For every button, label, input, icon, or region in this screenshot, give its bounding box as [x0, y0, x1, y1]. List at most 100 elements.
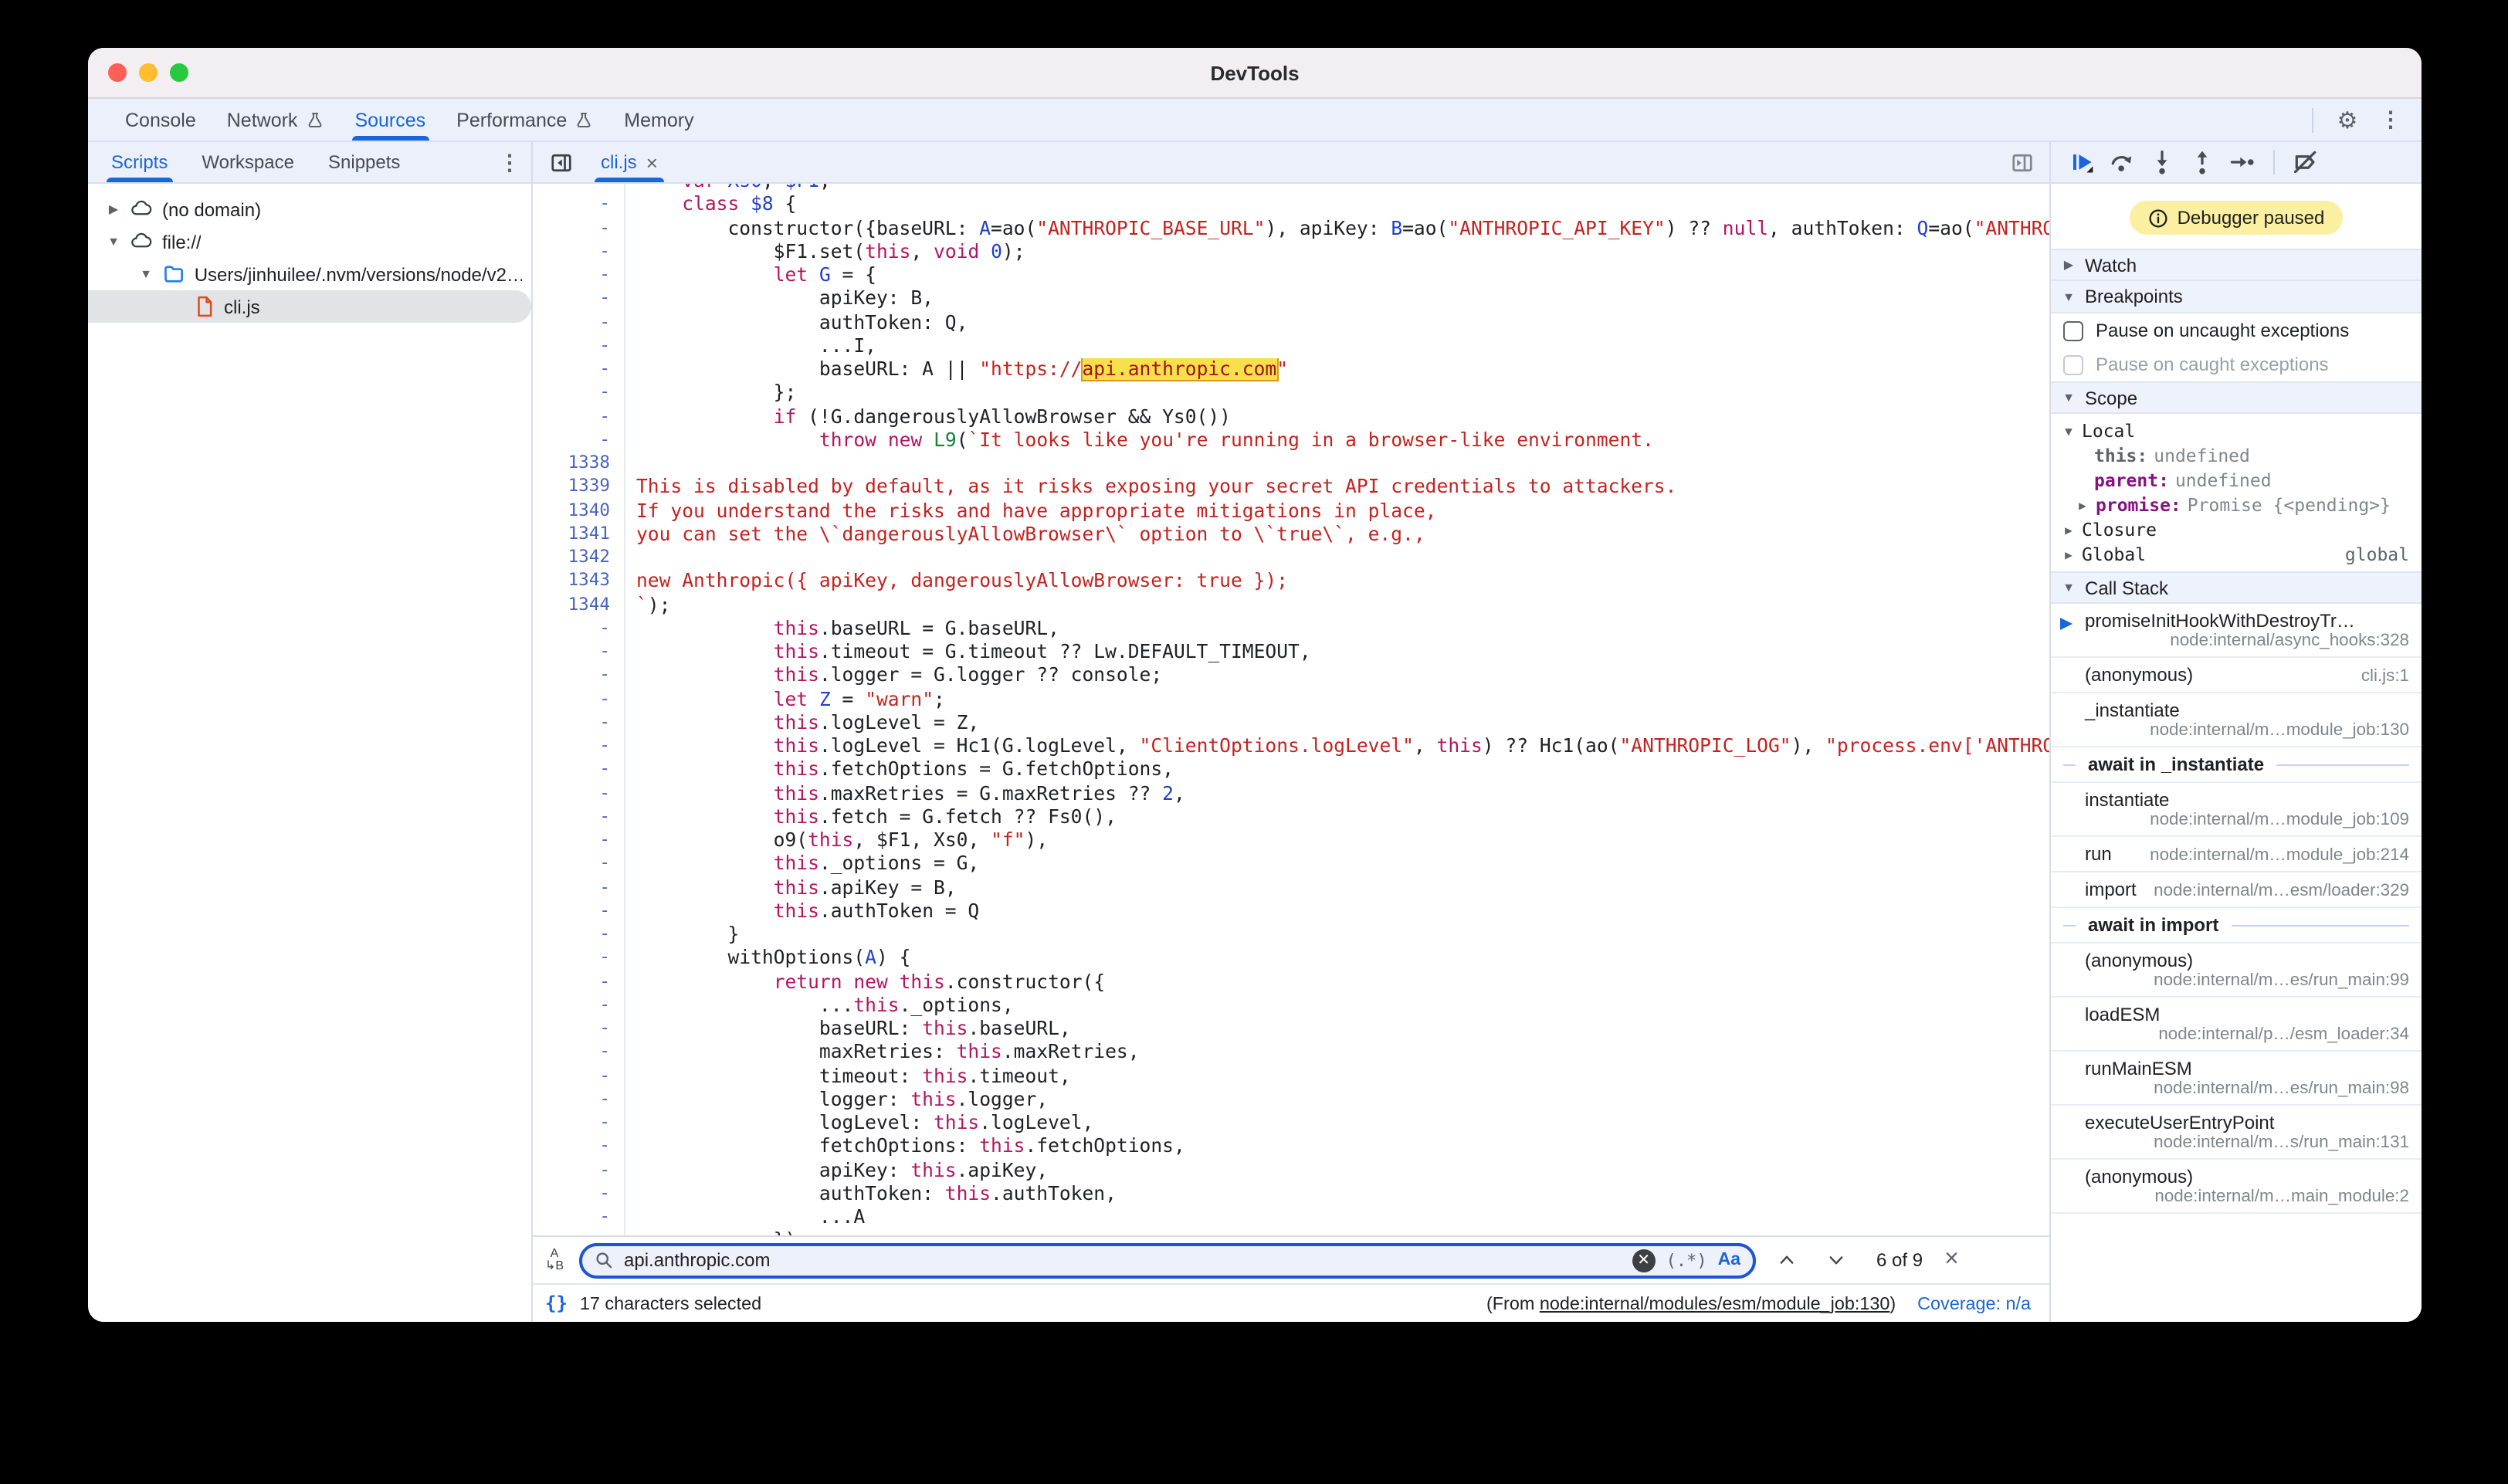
call-stack-frame[interactable]: importnode:internal/m…esm/loader:329: [2051, 872, 2422, 908]
open-panel-right-icon[interactable]: [2003, 144, 2040, 181]
tab-workspace[interactable]: Workspace: [185, 142, 311, 182]
line-number[interactable]: -: [533, 641, 610, 665]
close-window-button[interactable]: [108, 63, 127, 82]
chevron-right-icon[interactable]: ▶: [2062, 547, 2076, 561]
line-number[interactable]: -: [533, 382, 610, 406]
chevron-down-icon[interactable]: ▼: [107, 235, 120, 249]
more-options-icon[interactable]: ⋮: [2372, 101, 2409, 138]
scope-section-header[interactable]: ▼ Scope: [2051, 381, 2422, 414]
call-stack-section-header[interactable]: ▼ Call Stack: [2051, 571, 2422, 604]
line-number[interactable]: -: [533, 712, 610, 736]
from-location-link[interactable]: node:internal/modules/esm/module_job:130: [1540, 1293, 1890, 1313]
line-number[interactable]: -: [533, 241, 610, 265]
line-number[interactable]: -: [533, 1042, 610, 1066]
line-number-gutter[interactable]: ------------1338133913401341134213431344…: [533, 184, 625, 1235]
call-stack-frame[interactable]: instantiatenode:internal/m…module_job:10…: [2051, 783, 2422, 837]
line-number[interactable]: -: [533, 1112, 610, 1136]
line-number[interactable]: -: [533, 1183, 610, 1207]
line-number[interactable]: -: [533, 853, 610, 877]
previous-match-icon[interactable]: [1768, 1242, 1805, 1279]
scope-group-local[interactable]: ▼Local: [2051, 418, 2422, 443]
line-number[interactable]: -: [533, 1206, 610, 1230]
tree-item-users-jinhuilee-nvm-versions-node-v2-[interactable]: ▼Users/jinhuilee/.nvm/versions/node/v2…: [88, 258, 531, 290]
breakpoint-option[interactable]: Pause on uncaught exceptions: [2051, 313, 2422, 347]
chevron-right-icon[interactable]: ▶: [2076, 498, 2089, 512]
line-number[interactable]: -: [533, 782, 610, 806]
call-stack-frame[interactable]: (anonymous)cli.js:1: [2051, 658, 2422, 693]
chevron-down-icon[interactable]: ▼: [139, 267, 153, 281]
breakpoint-option[interactable]: Pause on caught exceptions: [2051, 347, 2422, 381]
step-into-button[interactable]: [2144, 144, 2181, 181]
match-case-toggle-icon[interactable]: Aa: [1718, 1251, 1740, 1269]
tree-item-cli-js[interactable]: cli.js: [88, 290, 531, 323]
line-number[interactable]: -: [533, 264, 610, 288]
call-stack-frame[interactable]: promiseInitHookWithDestroyTr…node:intern…: [2051, 604, 2422, 658]
line-number[interactable]: -: [533, 994, 610, 1018]
step-out-button[interactable]: [2184, 144, 2221, 181]
call-stack-frame[interactable]: runnode:internal/m…module_job:214: [2051, 837, 2422, 872]
collapse-sidebar-icon[interactable]: [542, 144, 579, 181]
regex-toggle-icon[interactable]: (.*): [1666, 1250, 1707, 1270]
line-number[interactable]: -: [533, 735, 610, 759]
line-number[interactable]: -: [533, 665, 610, 689]
watch-section-header[interactable]: ▶ Watch: [2051, 249, 2422, 281]
step-button[interactable]: [2224, 144, 2261, 181]
line-number[interactable]: 1338: [533, 452, 610, 476]
tab-performance[interactable]: Performance: [441, 99, 608, 141]
chevron-right-icon[interactable]: ▶: [2062, 523, 2076, 537]
line-number[interactable]: -: [533, 217, 610, 241]
call-stack-frame[interactable]: loadESMnode:internal/p…/esm_loader:34: [2051, 998, 2422, 1052]
line-number[interactable]: -: [533, 358, 610, 382]
line-number[interactable]: -: [533, 618, 610, 642]
call-stack-frame[interactable]: (anonymous)node:internal/m…main_module:2: [2051, 1160, 2422, 1214]
line-number[interactable]: -: [533, 971, 610, 994]
line-number[interactable]: -: [533, 194, 610, 218]
line-number[interactable]: -: [533, 311, 610, 335]
tab-memory[interactable]: Memory: [608, 99, 709, 141]
tree-item--no-domain-[interactable]: ▶(no domain): [88, 193, 531, 225]
call-stack-frame[interactable]: runMainESMnode:internal/m…es/run_main:98: [2051, 1052, 2422, 1106]
line-number[interactable]: 1341: [533, 523, 610, 547]
minimize-window-button[interactable]: [139, 63, 158, 82]
line-number[interactable]: -: [533, 806, 610, 830]
line-number[interactable]: -: [533, 429, 610, 453]
tab-console[interactable]: Console: [110, 99, 212, 141]
replace-toggle-icon[interactable]: A↳B: [542, 1248, 567, 1272]
line-number[interactable]: -: [533, 184, 610, 194]
line-number[interactable]: -: [533, 759, 610, 783]
scope-group-global[interactable]: ▶Globalglobal: [2051, 542, 2422, 567]
search-input[interactable]: api.anthropic.com ✕ (.*) Aa: [579, 1242, 1756, 1278]
line-number[interactable]: -: [533, 688, 610, 712]
scope-property-this[interactable]: this: undefined: [2051, 443, 2422, 468]
close-tab-icon[interactable]: ×: [646, 151, 658, 174]
line-number[interactable]: 1342: [533, 547, 610, 571]
chevron-right-icon[interactable]: ▶: [107, 202, 120, 216]
line-number[interactable]: -: [533, 1089, 610, 1113]
pretty-print-icon[interactable]: {}: [545, 1293, 568, 1314]
line-number[interactable]: -: [533, 900, 610, 924]
call-stack-frame[interactable]: executeUserEntryPointnode:internal/m…s/r…: [2051, 1106, 2422, 1160]
line-number[interactable]: -: [533, 405, 610, 429]
line-number[interactable]: -: [533, 1230, 610, 1236]
line-number[interactable]: -: [533, 829, 610, 853]
navigator-more-icon[interactable]: ⋮: [491, 144, 528, 181]
line-number[interactable]: -: [533, 288, 610, 312]
line-number[interactable]: 1339: [533, 476, 610, 500]
tab-network[interactable]: Network: [212, 99, 340, 141]
scope-property-parent[interactable]: parent: undefined: [2051, 468, 2422, 493]
call-stack-frame[interactable]: (anonymous)node:internal/m…es/run_main:9…: [2051, 944, 2422, 998]
deactivate-breakpoints-button[interactable]: [2287, 144, 2324, 181]
line-number[interactable]: 1340: [533, 500, 610, 523]
line-number[interactable]: -: [533, 335, 610, 359]
coverage-link[interactable]: Coverage: n/a: [1917, 1293, 2031, 1313]
line-number[interactable]: -: [533, 923, 610, 947]
zoom-window-button[interactable]: [170, 63, 188, 82]
line-number[interactable]: -: [533, 876, 610, 900]
resume-script-button[interactable]: [2063, 144, 2100, 181]
line-number[interactable]: -: [533, 1159, 610, 1183]
scope-property-promise[interactable]: ▶promise: Promise {<pending>}: [2051, 493, 2422, 517]
line-number[interactable]: -: [533, 1065, 610, 1089]
line-number[interactable]: -: [533, 1018, 610, 1042]
tab-sources[interactable]: Sources: [339, 99, 441, 141]
call-stack-frame[interactable]: _instantiatenode:internal/m…module_job:1…: [2051, 693, 2422, 747]
